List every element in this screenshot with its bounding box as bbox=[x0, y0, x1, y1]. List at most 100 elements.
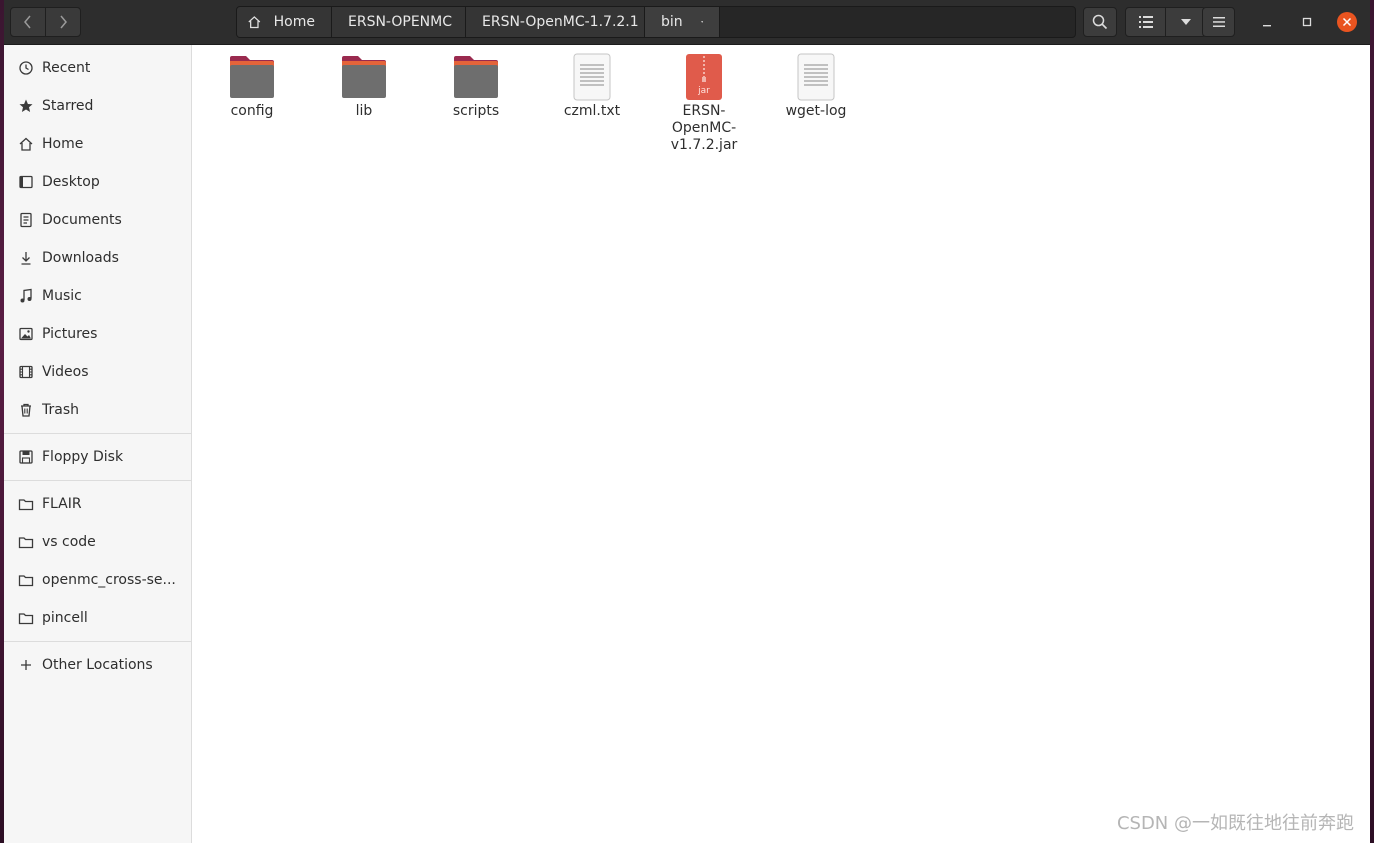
file-manager-window: Home ERSN-OPENMC ERSN-OpenMC-1.7.2.1 bin bbox=[4, 0, 1370, 843]
star-icon bbox=[18, 98, 34, 114]
sidebar-item-label: openmc_cross-se... bbox=[42, 572, 176, 588]
sidebar-item-label: Desktop bbox=[42, 174, 100, 190]
folder-icon bbox=[228, 53, 276, 101]
folder-icon bbox=[18, 496, 34, 512]
file-name: config bbox=[230, 103, 274, 119]
crumb-ersn-openmc[interactable]: ERSN-OPENMC bbox=[332, 7, 466, 37]
sidebar-item-recent[interactable]: Recent bbox=[4, 49, 192, 87]
file-name: ERSN- OpenMC- v1.7.2.jar bbox=[670, 103, 738, 153]
download-icon bbox=[18, 250, 34, 266]
folder-icon bbox=[452, 53, 500, 101]
folder-icon bbox=[18, 610, 34, 626]
file-item-ersn-openmc-jar[interactable]: jar ERSN- OpenMC- v1.7.2.jar bbox=[654, 53, 754, 154]
forward-button[interactable] bbox=[45, 8, 80, 36]
sidebar-item-vs-code[interactable]: vs code bbox=[4, 523, 192, 561]
document-icon bbox=[18, 212, 34, 228]
file-name: scripts bbox=[452, 103, 500, 119]
sidebar-item-videos[interactable]: Videos bbox=[4, 353, 192, 391]
maximize-icon bbox=[1302, 17, 1312, 27]
file-name: wget-log bbox=[785, 103, 847, 119]
maximize-button[interactable] bbox=[1297, 12, 1317, 32]
chevron-left-icon bbox=[24, 15, 31, 29]
file-view: config lib scripts czml.txt jar ERSN- Op… bbox=[193, 45, 1370, 843]
film-icon bbox=[18, 364, 34, 380]
close-icon bbox=[1342, 17, 1352, 27]
sidebar-item-downloads[interactable]: Downloads bbox=[4, 239, 192, 277]
file-item-scripts[interactable]: scripts bbox=[426, 53, 526, 120]
folder-icon bbox=[18, 534, 34, 550]
search-button[interactable] bbox=[1083, 7, 1117, 37]
folder-icon bbox=[340, 53, 388, 101]
dropdown-arrow-icon bbox=[700, 21, 703, 23]
dropdown-arrow-icon bbox=[1180, 19, 1191, 25]
music-note-icon bbox=[18, 288, 34, 304]
sidebar-item-label: Starred bbox=[42, 98, 94, 114]
header-bar: Home ERSN-OPENMC ERSN-OpenMC-1.7.2.1 bin bbox=[4, 0, 1370, 45]
list-view-icon bbox=[1138, 16, 1153, 28]
sidebar-separator bbox=[4, 480, 192, 481]
sidebar-item-starred[interactable]: Starred bbox=[4, 87, 192, 125]
sidebar-item-label: Floppy Disk bbox=[42, 449, 124, 465]
sidebar-separator bbox=[4, 433, 192, 434]
sidebar-item-label: Trash bbox=[42, 402, 79, 418]
sidebar-item-label: Other Locations bbox=[42, 657, 153, 673]
sidebar-item-label: Downloads bbox=[42, 250, 119, 266]
menu-button[interactable] bbox=[1202, 7, 1235, 37]
sidebar-item-home[interactable]: Home bbox=[4, 125, 192, 163]
sidebar-item-trash[interactable]: Trash bbox=[4, 391, 192, 429]
sidebar-item-label: vs code bbox=[42, 534, 96, 550]
minimize-icon bbox=[1263, 25, 1271, 27]
sidebar-item-flair[interactable]: FLAIR bbox=[4, 485, 192, 523]
home-icon bbox=[18, 136, 34, 152]
file-item-wget-log[interactable]: wget-log bbox=[766, 53, 866, 120]
sidebar-item-pincell[interactable]: pincell bbox=[4, 599, 192, 637]
back-button[interactable] bbox=[11, 8, 45, 36]
close-button[interactable] bbox=[1337, 12, 1357, 32]
sidebar: Recent Starred Home Desktop Documents Do… bbox=[4, 45, 192, 843]
picture-icon bbox=[18, 326, 34, 342]
text-file-icon bbox=[792, 53, 840, 101]
view-options-button[interactable] bbox=[1165, 8, 1205, 36]
sidebar-item-label: Recent bbox=[42, 60, 91, 76]
sidebar-item-label: pincell bbox=[42, 610, 88, 626]
navigation-buttons bbox=[10, 7, 81, 37]
trash-icon bbox=[18, 402, 34, 418]
crumb-home[interactable]: Home bbox=[237, 7, 332, 37]
crumb-label: Home bbox=[273, 14, 315, 30]
jar-badge-label: jar bbox=[697, 86, 710, 96]
crumb-bin[interactable]: bin bbox=[645, 7, 720, 37]
sidebar-item-floppy-disk[interactable]: Floppy Disk bbox=[4, 438, 192, 476]
sidebar-separator bbox=[4, 641, 192, 642]
list-view-button[interactable] bbox=[1126, 8, 1165, 36]
clock-icon bbox=[18, 60, 34, 76]
view-toggle-group bbox=[1125, 7, 1206, 37]
desktop-icon bbox=[18, 174, 34, 190]
sidebar-item-label: Videos bbox=[42, 364, 89, 380]
plus-icon bbox=[18, 657, 34, 673]
file-item-lib[interactable]: lib bbox=[314, 53, 414, 120]
sidebar-item-other-locations[interactable]: Other Locations bbox=[4, 646, 192, 684]
sidebar-item-label: Home bbox=[42, 136, 84, 152]
sidebar-item-openmc-cross-sections[interactable]: openmc_cross-se... bbox=[4, 561, 192, 599]
folder-icon bbox=[18, 572, 34, 588]
jar-archive-icon: jar bbox=[680, 53, 728, 101]
text-file-icon bbox=[568, 53, 616, 101]
crumb-ersn-openmc-version[interactable]: ERSN-OpenMC-1.7.2.1 bbox=[466, 7, 645, 37]
watermark: CSDN @一如既往地往前奔跑 bbox=[1116, 813, 1354, 834]
sidebar-item-label: Documents bbox=[42, 212, 122, 228]
sidebar-item-music[interactable]: Music bbox=[4, 277, 192, 315]
file-name: czml.txt bbox=[563, 103, 621, 119]
search-icon bbox=[1092, 14, 1108, 30]
file-name: lib bbox=[355, 103, 373, 119]
path-bar: Home ERSN-OPENMC ERSN-OpenMC-1.7.2.1 bin bbox=[236, 6, 1076, 38]
sidebar-item-label: Pictures bbox=[42, 326, 98, 342]
crumb-label: ERSN-OpenMC-1.7.2.1 bbox=[482, 14, 639, 30]
sidebar-item-pictures[interactable]: Pictures bbox=[4, 315, 192, 353]
hamburger-menu-icon bbox=[1212, 17, 1225, 27]
file-item-config[interactable]: config bbox=[202, 53, 302, 120]
sidebar-item-desktop[interactable]: Desktop bbox=[4, 163, 192, 201]
sidebar-item-documents[interactable]: Documents bbox=[4, 201, 192, 239]
minimize-button[interactable] bbox=[1257, 12, 1277, 32]
file-item-czml-txt[interactable]: czml.txt bbox=[542, 53, 642, 120]
crumb-label: bin bbox=[661, 14, 683, 30]
